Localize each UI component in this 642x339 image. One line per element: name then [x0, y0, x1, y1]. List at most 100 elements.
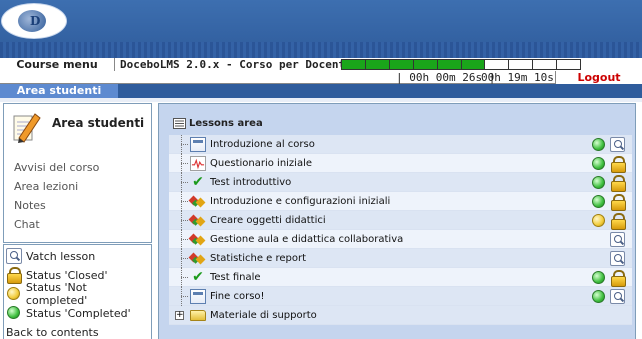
- lesson-row[interactable]: Gestione aula e didattica collaborativa: [169, 230, 632, 249]
- progress-segment: [509, 60, 534, 69]
- lesson-title[interactable]: Statistiche e report: [210, 249, 306, 268]
- lock-icon: [610, 156, 626, 173]
- lesson-row[interactable]: ✔ Test finale: [169, 268, 632, 287]
- sidebar-link-notes[interactable]: Notes: [14, 199, 46, 212]
- sidebar-link-avvisi[interactable]: Avvisi del corso: [14, 161, 99, 174]
- lessons-list: Introduzione al corso Questionario inizia…: [169, 135, 632, 325]
- progress-segment: [557, 60, 580, 69]
- logo-text: D: [30, 14, 41, 28]
- lesson-row[interactable]: Fine corso!: [169, 287, 632, 306]
- timer-row: | 00h 00m 26s | 00h 19m 10s Logout: [0, 71, 642, 84]
- green-dot-icon: [592, 195, 605, 208]
- lock-icon: [610, 213, 626, 230]
- yellow-dot-icon: [6, 286, 22, 302]
- folder-icon: [190, 310, 206, 321]
- notepad-pencil-icon: [13, 113, 41, 143]
- lessons-area-title: Lessons area: [189, 118, 263, 129]
- course-menu-link[interactable]: Course menu: [0, 58, 115, 71]
- course-title: DoceboLMS 2.0.x - Corso per Docenti: [120, 58, 352, 71]
- header-stripe: [0, 42, 642, 58]
- docebo-logo[interactable]: D: [2, 4, 66, 38]
- sidebar-link-chat[interactable]: Chat: [14, 218, 40, 231]
- check-icon: ✔: [192, 174, 204, 190]
- tree-connector: [176, 249, 189, 268]
- lesson-title[interactable]: Test introduttivo: [210, 173, 291, 192]
- learning-objects-icon: [190, 251, 206, 266]
- status-legend: Vatch lesson Status 'Closed' Status 'Not…: [3, 244, 152, 339]
- green-dot-icon: [592, 176, 605, 189]
- sidebar-title: Area studenti: [52, 116, 145, 130]
- lessons-panel: Lessons area Introduzione al corso Questi…: [158, 103, 636, 339]
- lesson-title[interactable]: Gestione aula e didattica collaborativa: [210, 230, 403, 249]
- lesson-title[interactable]: Creare oggetti didattici: [210, 211, 326, 230]
- magnifier-icon[interactable]: [610, 251, 625, 266]
- magnifier-icon[interactable]: [610, 289, 625, 304]
- lessons-area-icon: [173, 118, 186, 129]
- legend-label: Status 'Closed': [26, 268, 108, 282]
- lesson-row[interactable]: Statistiche e report: [169, 249, 632, 268]
- lesson-title[interactable]: Introduzione al corso: [210, 135, 315, 154]
- lock-icon: [610, 194, 626, 211]
- document-icon: [190, 137, 206, 152]
- sidebar-link-area-lezioni[interactable]: Area lezioni: [14, 180, 78, 193]
- lesson-title[interactable]: Fine corso!: [210, 287, 265, 306]
- progress-segment: [342, 60, 366, 69]
- green-dot-icon: [592, 138, 605, 151]
- learning-objects-icon: [190, 194, 206, 209]
- sub-stripe: [0, 98, 642, 102]
- magnifier-icon: [6, 248, 22, 264]
- green-dot-icon: [6, 305, 22, 321]
- tree-connector: [176, 211, 189, 230]
- lesson-title[interactable]: Test finale: [210, 268, 261, 287]
- app-header: D: [0, 0, 642, 58]
- expand-plus-icon[interactable]: +: [175, 311, 184, 320]
- tree-connector: [176, 230, 189, 249]
- progress-segment: [437, 60, 462, 69]
- document-icon: [190, 289, 206, 304]
- lessons-area-heading: Lessons area: [173, 118, 263, 129]
- tab-area-studenti[interactable]: Area studenti: [0, 84, 118, 98]
- lesson-row[interactable]: Introduzione e configurazioni iniziali: [169, 192, 632, 211]
- green-dot-icon: [592, 157, 605, 170]
- logout-button[interactable]: Logout: [555, 71, 642, 84]
- lock-icon: [610, 270, 626, 287]
- green-dot-icon: [592, 290, 605, 303]
- lesson-row[interactable]: Questionario iniziale: [169, 154, 632, 173]
- back-to-contents-link[interactable]: Back to contents: [6, 323, 99, 339]
- green-dot-icon: [592, 271, 605, 284]
- course-progress-bar: [341, 59, 581, 70]
- folder-title[interactable]: Materiale di supporto: [210, 306, 317, 325]
- progress-segment: [533, 60, 558, 69]
- legend-item: Status 'Not completed': [6, 281, 151, 307]
- folder-row[interactable]: + Materiale di supporto: [169, 306, 632, 325]
- progress-segment: [461, 60, 486, 69]
- lesson-row[interactable]: Creare oggetti didattici: [169, 211, 632, 230]
- magnifier-icon[interactable]: [610, 137, 625, 152]
- legend-label: Status 'Completed': [26, 306, 131, 320]
- legend-label: Vatch lesson: [26, 249, 96, 263]
- check-icon: ✔: [192, 269, 204, 285]
- legend-item: Vatch lesson: [6, 247, 95, 265]
- sidebar-panel: Area studenti Avvisi del corso Area lezi…: [3, 103, 152, 243]
- tree-connector: [176, 135, 189, 154]
- poll-icon: [190, 156, 206, 171]
- total-time: 00h 19m 10s: [481, 71, 554, 84]
- lesson-row[interactable]: Introduzione al corso: [169, 135, 632, 154]
- course-bar: Course menu DoceboLMS 2.0.x - Corso per …: [0, 58, 642, 71]
- tree-connector: [176, 268, 189, 287]
- section-tab-bar: Area studenti: [0, 84, 642, 98]
- lock-icon: [6, 267, 22, 284]
- legend-item: Status 'Completed': [6, 304, 131, 322]
- learning-objects-icon: [190, 213, 206, 228]
- lesson-title[interactable]: Introduzione e configurazioni iniziali: [210, 192, 390, 211]
- progress-segment: [365, 60, 390, 69]
- lesson-row[interactable]: ✔ Test introduttivo: [169, 173, 632, 192]
- tree-connector: [176, 287, 189, 306]
- magnifier-icon[interactable]: [610, 232, 625, 247]
- lesson-title[interactable]: Questionario iniziale: [210, 154, 312, 173]
- progress-segment: [485, 60, 510, 69]
- tree-connector: [176, 154, 189, 173]
- tree-connector: [176, 192, 189, 211]
- tree-connector: [176, 173, 189, 192]
- lock-icon: [610, 175, 626, 192]
